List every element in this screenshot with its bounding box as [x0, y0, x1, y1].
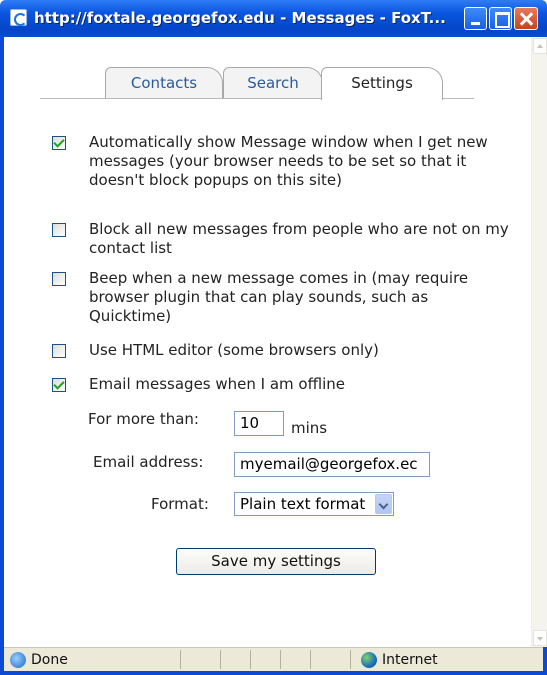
- minimize-button[interactable]: [464, 7, 487, 30]
- status-divider: [280, 650, 281, 669]
- tab-search[interactable]: Search: [223, 67, 323, 99]
- status-divider: [310, 650, 311, 669]
- status-divider: [250, 650, 251, 669]
- email-address-label: Email address:: [93, 453, 204, 471]
- html-editor-checkbox[interactable]: [52, 344, 66, 358]
- minutes-unit-label: mins: [291, 419, 328, 437]
- format-select[interactable]: Plain text format: [234, 492, 394, 516]
- tab-contacts[interactable]: Contacts: [105, 67, 223, 99]
- security-zone-text: Internet: [382, 652, 438, 668]
- scroll-down-arrow-icon[interactable]: [533, 630, 547, 646]
- status-divider: [180, 650, 181, 669]
- html-editor-label: Use HTML editor (some browsers only): [89, 341, 379, 359]
- format-select-value: Plain text format: [240, 495, 366, 513]
- title-bar[interactable]: http://foxtale.georgefox.edu - Messages …: [0, 0, 547, 37]
- ie-page-icon: [10, 9, 27, 26]
- auto-show-label: Automatically show Message window when I…: [89, 133, 488, 189]
- tab-settings[interactable]: Settings: [321, 67, 443, 100]
- internet-zone-globe-icon: [361, 652, 377, 668]
- email-offline-checkbox[interactable]: [52, 378, 66, 392]
- status-bar: Done Internet: [4, 647, 543, 671]
- page-done-icon: [10, 652, 26, 668]
- vertical-scrollbar[interactable]: [531, 37, 547, 647]
- block-messages-label: Block all new messages from people who a…: [89, 220, 509, 257]
- email-address-input[interactable]: myemail@georgefox.ec: [234, 452, 430, 477]
- save-settings-button[interactable]: Save my settings: [176, 548, 376, 575]
- auto-show-checkbox[interactable]: [52, 136, 66, 150]
- status-divider: [220, 650, 221, 669]
- beep-label: Beep when a new message comes in (may re…: [89, 269, 469, 325]
- chevron-down-icon[interactable]: [375, 494, 392, 514]
- status-divider: [350, 650, 351, 669]
- browser-window: http://foxtale.georgefox.edu - Messages …: [0, 0, 547, 675]
- beep-checkbox[interactable]: [52, 272, 66, 286]
- email-offline-label: Email messages when I am offline: [89, 375, 346, 393]
- block-messages-checkbox[interactable]: [52, 223, 66, 237]
- scroll-up-arrow-icon[interactable]: [533, 38, 547, 54]
- format-label: Format:: [151, 495, 209, 513]
- close-button[interactable]: [514, 7, 538, 30]
- window-bottom-border: [0, 671, 547, 675]
- minutes-input[interactable]: 10: [234, 411, 284, 436]
- status-text: Done: [31, 652, 68, 668]
- for-more-than-label: For more than:: [88, 410, 199, 428]
- messages-settings-panel: Contacts Search Settings Automatically s…: [4, 37, 531, 647]
- maximize-button[interactable]: [489, 7, 512, 30]
- window-title: http://foxtale.georgefox.edu - Messages …: [34, 9, 446, 27]
